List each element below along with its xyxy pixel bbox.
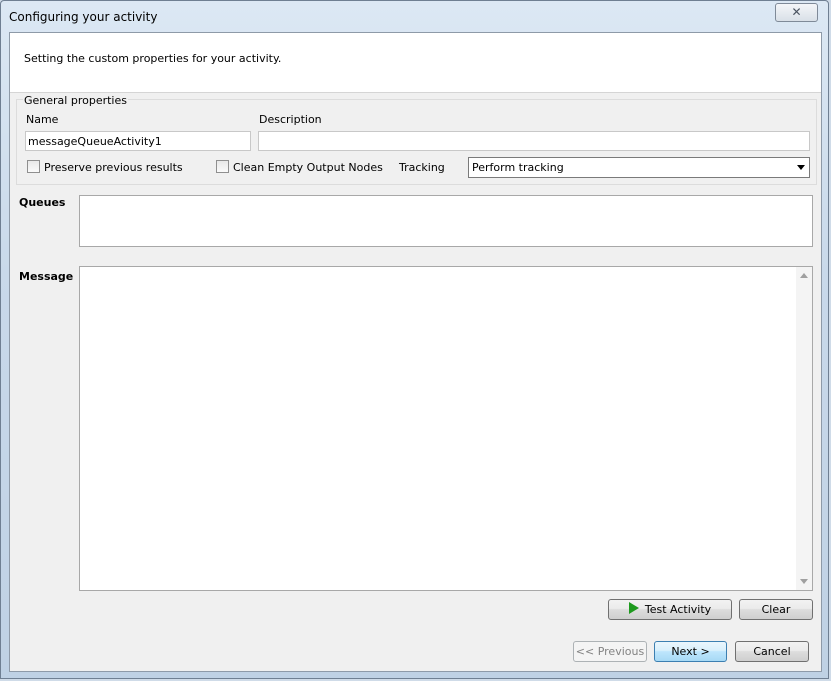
tracking-select[interactable]: Perform tracking xyxy=(468,157,810,178)
tracking-label: Tracking xyxy=(399,161,445,174)
message-scrollbar[interactable] xyxy=(796,267,812,590)
general-properties-title: General properties xyxy=(23,94,128,107)
clean-empty-nodes-label[interactable]: Clean Empty Output Nodes xyxy=(233,161,383,174)
message-textarea[interactable] xyxy=(79,266,813,591)
scroll-down-icon[interactable] xyxy=(800,579,808,584)
message-label: Message xyxy=(19,270,74,283)
queues-field[interactable] xyxy=(79,195,813,247)
header-description: Setting the custom properties for your a… xyxy=(24,52,282,65)
general-properties-group: General properties Name messageQueueActi… xyxy=(16,94,817,185)
cancel-button[interactable]: Cancel xyxy=(735,641,809,662)
preserve-results-checkbox[interactable] xyxy=(27,160,40,173)
title-bar[interactable]: Configuring your activity ✕ xyxy=(1,1,830,31)
description-label: Description xyxy=(259,113,322,126)
close-button[interactable]: ✕ xyxy=(775,3,818,22)
previous-button[interactable]: << Previous xyxy=(573,641,647,662)
play-icon xyxy=(628,602,639,614)
tracking-selected-value: Perform tracking xyxy=(472,161,564,174)
window-title: Configuring your activity xyxy=(9,10,158,24)
name-input[interactable]: messageQueueActivity1 xyxy=(25,131,251,151)
dialog-body: Setting the custom properties for your a… xyxy=(9,32,822,672)
queues-label: Queues xyxy=(19,196,66,209)
name-label: Name xyxy=(26,113,59,126)
test-activity-button[interactable]: Test Activity xyxy=(608,599,732,620)
scroll-up-icon[interactable] xyxy=(800,273,808,278)
clean-empty-nodes-checkbox[interactable] xyxy=(216,160,229,173)
header-panel: Setting the custom properties for your a… xyxy=(10,33,821,93)
chevron-down-icon xyxy=(797,165,805,170)
test-activity-label: Test Activity xyxy=(644,603,712,616)
dialog-window: Configuring your activity ✕ Setting the … xyxy=(0,0,829,679)
clear-button[interactable]: Clear xyxy=(739,599,813,620)
next-button[interactable]: Next > xyxy=(654,641,727,662)
close-icon: ✕ xyxy=(791,5,802,19)
preserve-results-label[interactable]: Preserve previous results xyxy=(44,161,183,174)
description-input[interactable] xyxy=(258,131,810,151)
